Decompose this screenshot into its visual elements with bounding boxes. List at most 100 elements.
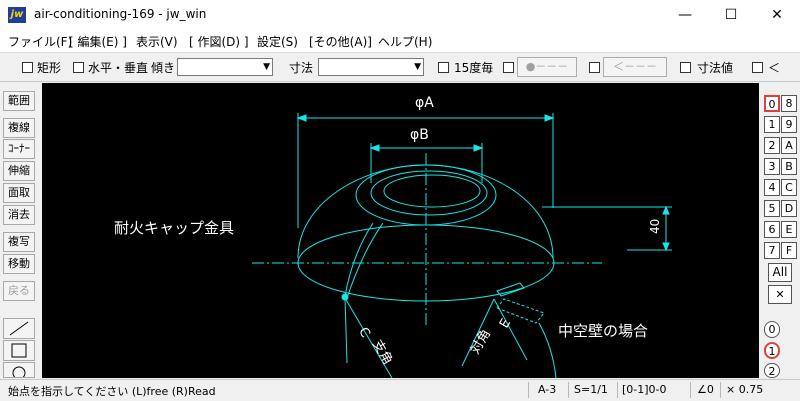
label-c: C	[355, 325, 373, 340]
dimval-label: 寸法値	[697, 61, 734, 75]
chevron-down-icon: ▼	[414, 62, 421, 72]
status-bar: 始点を指示してください (L)free (R)Read A-3 S=1/1 [0…	[0, 379, 800, 401]
copy-button[interactable]: 複写	[3, 232, 35, 252]
layer-button-5[interactable]: 5	[764, 200, 780, 217]
hollow-wall-label: 中空壁の場合	[558, 322, 648, 340]
status-paper-size[interactable]: A-3	[538, 383, 556, 396]
dim-label: 寸法	[289, 61, 314, 75]
layer-button-7[interactable]: 7	[764, 242, 780, 259]
layer-button-0[interactable]: 0	[764, 95, 780, 112]
menu-draw[interactable]: [ 作図(D) ]	[189, 33, 249, 50]
hv-label: 水平・垂直	[88, 61, 149, 75]
dim-combo[interactable]: ▼	[318, 58, 424, 76]
status-angle[interactable]: ∠0	[697, 383, 714, 396]
chamfer-button[interactable]: 面取	[3, 183, 35, 203]
move-button[interactable]: 移動	[3, 254, 35, 274]
layer-button-d[interactable]: D	[781, 200, 797, 217]
dim-a-arrow-left	[296, 114, 307, 122]
title-bar: jw air-conditioning-169 - jw_win — ☐ ✕	[0, 0, 800, 30]
point-line-button[interactable]: ●－－－	[517, 57, 577, 77]
slit-left-2	[346, 222, 384, 299]
layer-button-b[interactable]: B	[781, 158, 797, 175]
minimize-button[interactable]: —	[662, 0, 708, 30]
deg15-checkbox[interactable]	[438, 62, 449, 73]
arrow-line-button[interactable]: ＜－－－	[603, 57, 667, 77]
menu-help[interactable]: ヘルプ(H)	[378, 33, 432, 50]
status-divider	[568, 382, 569, 398]
layer-button-9[interactable]: 9	[781, 116, 797, 133]
drawing-canvas[interactable]: φA φB 40 耐火キャップ金具 中空壁の場合 C 支角 E 対角	[42, 83, 759, 378]
line-tool-button[interactable]	[3, 318, 35, 339]
leader-c-vertical	[344, 297, 348, 364]
label-phi-b: φB	[410, 127, 429, 143]
layer-button-a[interactable]: A	[781, 137, 797, 154]
layer-button-c[interactable]: C	[781, 179, 797, 196]
window-title: air-conditioning-169 - jw_win	[34, 7, 207, 21]
leader-c-diagonal	[344, 297, 393, 378]
layer-clear-button[interactable]: ✕	[768, 285, 792, 304]
status-scale[interactable]: S=1/1	[574, 383, 608, 396]
btn2-checkbox[interactable]	[589, 62, 600, 73]
cad-drawing: φA φB 40 耐火キャップ金具 中空壁の場合 C 支角 E 対角	[114, 95, 672, 378]
status-zoom[interactable]: × 0.75	[726, 383, 763, 396]
range-button[interactable]: 範囲	[3, 91, 35, 111]
menu-bar: ファイル(F) [ 編集(E) ] 表示(V) [ 作図(D) ] 設定(S) …	[0, 30, 800, 53]
group-button-2[interactable]: 2	[764, 363, 780, 378]
circle-icon	[12, 366, 26, 377]
angle-label: 傾き	[151, 61, 176, 75]
ring-hole	[383, 174, 481, 208]
status-divider	[528, 382, 529, 398]
circle-tool-button[interactable]	[3, 362, 35, 378]
close-button[interactable]: ✕	[754, 0, 800, 30]
parallel-line-button[interactable]: 複線	[3, 118, 35, 138]
menu-view[interactable]: 表示(V)	[136, 33, 178, 50]
hollow-wall-curve	[538, 322, 557, 378]
part-name-label: 耐火キャップ金具	[114, 219, 234, 237]
label-phi-a: φA	[415, 95, 434, 111]
lt-label: ＜	[768, 61, 781, 75]
app-icon: jw	[8, 7, 26, 23]
dimval-checkbox[interactable]	[680, 62, 691, 73]
line-icon	[9, 321, 29, 336]
label-e: E	[497, 316, 514, 331]
corner-button[interactable]: ｺｰﾅｰ	[3, 139, 35, 159]
label-support-angle: 支角	[369, 338, 395, 368]
status-message: 始点を指示してください (L)free (R)Read	[8, 385, 216, 398]
dim-40-arrow-bottom	[662, 242, 670, 252]
layer-button-f[interactable]: F	[781, 242, 797, 259]
menu-other[interactable]: [その他(A)]	[309, 33, 372, 50]
deg15-label: 15度毎	[454, 61, 494, 75]
group-button-0[interactable]: 0	[764, 321, 780, 338]
rect-checkbox[interactable]	[22, 62, 33, 73]
menu-settings[interactable]: 設定(S)	[257, 33, 298, 50]
layer-button-6[interactable]: 6	[764, 221, 780, 238]
lt-checkbox[interactable]	[752, 62, 763, 73]
rect-label: 矩形	[37, 61, 62, 75]
layer-button-2[interactable]: 2	[764, 137, 780, 154]
label-counter-angle: 対角	[468, 327, 494, 357]
layer-button-8[interactable]: 8	[781, 95, 797, 112]
undo-button[interactable]: 戻る	[3, 281, 35, 301]
menu-edit[interactable]: [ 編集(E) ]	[69, 33, 127, 50]
rectangle-tool-button[interactable]	[3, 340, 35, 361]
toolbar: 矩形 水平・垂直 傾き ▼ 寸法 ▼ 15度毎 ●－－－ ＜－－－ 寸法値 ＜	[0, 53, 800, 82]
all-layers-button[interactable]: All	[768, 263, 792, 282]
ring-inner	[370, 170, 488, 216]
hv-checkbox[interactable]	[73, 62, 84, 73]
layer-button-4[interactable]: 4	[764, 179, 780, 196]
group-button-1[interactable]: 1	[764, 342, 780, 359]
angle-combo[interactable]: ▼	[177, 58, 273, 76]
erase-button[interactable]: 消去	[3, 205, 35, 225]
btn1-checkbox[interactable]	[503, 62, 514, 73]
maximize-button[interactable]: ☐	[708, 0, 754, 30]
menu-file[interactable]: ファイル(F)	[8, 33, 72, 50]
layer-button-3[interactable]: 3	[764, 158, 780, 175]
label-40: 40	[648, 219, 662, 234]
layer-button-1[interactable]: 1	[764, 116, 780, 133]
status-divider	[720, 382, 721, 398]
extend-button[interactable]: 伸縮	[3, 161, 35, 181]
layer-button-e[interactable]: E	[781, 221, 797, 238]
slit-left	[344, 222, 374, 297]
status-layer[interactable]: [0-1]0-0	[622, 383, 667, 396]
chevron-down-icon: ▼	[263, 62, 270, 72]
